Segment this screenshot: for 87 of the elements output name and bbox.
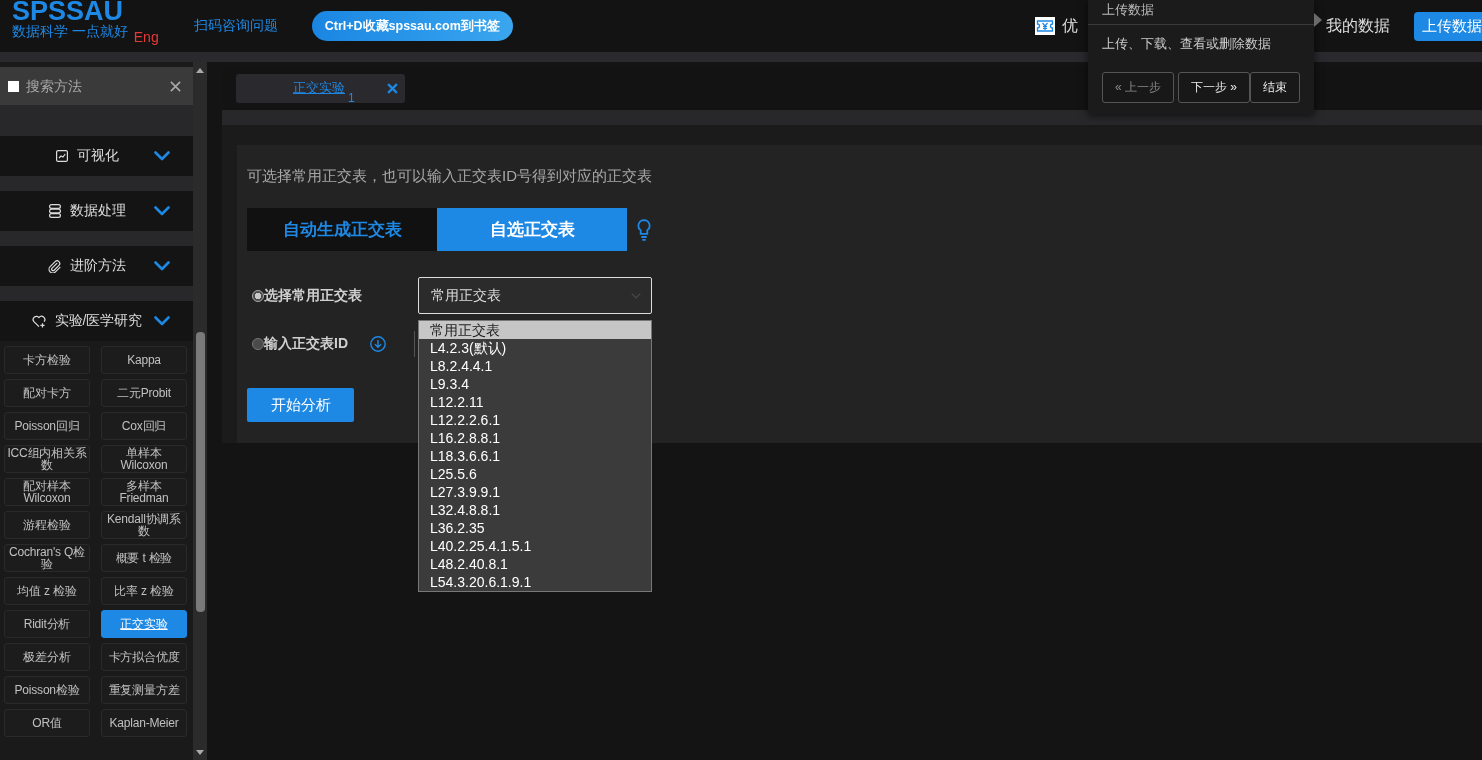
method-button[interactable]: 多样本Friedman xyxy=(101,478,187,506)
consult-link[interactable]: 扫码咨询问题 xyxy=(193,17,278,35)
dropdown-option[interactable]: L12.2.2.6.1 xyxy=(419,411,651,429)
method-button[interactable]: 游程检验 xyxy=(4,511,90,539)
dropdown-option[interactable]: L27.3.9.9.1 xyxy=(419,483,651,501)
scrollbar[interactable] xyxy=(193,62,207,760)
search-input[interactable]: 搜索方法 xyxy=(26,76,170,96)
method-button[interactable]: Kappa xyxy=(101,346,187,374)
tab-count: 1 xyxy=(348,91,355,105)
close-icon[interactable] xyxy=(387,83,398,94)
dropdown-option[interactable]: L8.2.4.4.1 xyxy=(419,357,651,375)
dropdown-option[interactable]: L18.3.6.6.1 xyxy=(419,447,651,465)
scroll-down-icon[interactable] xyxy=(196,750,204,755)
category-header[interactable]: 进阶方法 xyxy=(0,246,193,286)
radio-label[interactable]: 选择常用正交表 xyxy=(264,286,362,305)
upload-button[interactable]: 上传数据 xyxy=(1414,11,1482,41)
dropdown-option[interactable]: L16.2.8.8.1 xyxy=(419,429,651,447)
radio-label[interactable]: 输入正交表ID xyxy=(264,334,348,353)
method-button[interactable]: 均值 z 检验 xyxy=(4,577,90,605)
dropdown-option[interactable]: L36.2.35 xyxy=(419,519,651,537)
scroll-up-icon[interactable] xyxy=(196,68,204,73)
method-button[interactable]: 配对样本Wilcoxon xyxy=(4,478,90,506)
method-button[interactable]: 重复测量方差 xyxy=(101,676,187,704)
start-analysis-button[interactable]: 开始分析 xyxy=(247,388,354,422)
end-button[interactable]: 结束 xyxy=(1250,72,1300,103)
lightbulb-icon[interactable] xyxy=(637,218,651,241)
method-button[interactable]: 极差分析 xyxy=(4,643,90,671)
download-icon[interactable] xyxy=(370,335,386,352)
category-header[interactable]: 实验/医学研究 xyxy=(0,301,193,341)
dropdown-option[interactable]: L40.2.25.4.1.5.1 xyxy=(419,537,651,555)
method-button[interactable]: 比率 z 检验 xyxy=(101,577,187,605)
square-icon xyxy=(8,80,19,92)
chevron-down-icon[interactable] xyxy=(154,151,170,161)
method-button[interactable]: Ridit分析 xyxy=(4,610,90,638)
radio-button[interactable] xyxy=(252,337,264,350)
coupon-link[interactable]: 优 xyxy=(1062,15,1078,37)
paperclip-icon xyxy=(48,259,61,273)
table-select[interactable]: 常用正交表 xyxy=(418,277,652,314)
method-button[interactable]: Poisson回归 xyxy=(4,412,90,440)
chevron-down-icon[interactable] xyxy=(154,206,170,216)
method-button[interactable]: 二元Probit xyxy=(101,379,187,407)
dropdown-option[interactable]: 常用正交表 xyxy=(419,321,651,339)
my-data-link[interactable]: 我的数据 xyxy=(1326,15,1390,37)
close-icon[interactable] xyxy=(170,80,181,92)
tab[interactable]: 正交实验 1 xyxy=(236,74,405,103)
radio-button[interactable] xyxy=(252,289,264,302)
method-button[interactable]: 正交实验 xyxy=(101,610,187,638)
method-button[interactable]: Poisson检验 xyxy=(4,676,90,704)
database-icon xyxy=(48,204,61,218)
method-button[interactable]: 卡方检验 xyxy=(4,346,90,374)
logo-text: SPSSAU xyxy=(12,0,124,23)
category-header[interactable]: 可视化 xyxy=(0,136,193,176)
category-header[interactable]: 数据处理 xyxy=(0,191,193,231)
popover-title: 上传数据 xyxy=(1088,0,1314,25)
language-link[interactable]: Eng xyxy=(133,29,159,45)
dropdown-option[interactable]: L54.3.20.6.1.9.1 xyxy=(419,573,651,591)
method-button[interactable]: Cochran's Q检验 xyxy=(4,544,90,572)
mode-tab[interactable]: 自动生成正交表 xyxy=(247,208,437,251)
dropdown-option[interactable]: L12.2.11 xyxy=(419,393,651,411)
chevron-down-icon[interactable] xyxy=(154,316,170,326)
slogan: 数据科学 一点就好 xyxy=(12,23,128,40)
dropdown-option[interactable]: L32.4.8.8.1 xyxy=(419,501,651,519)
dropdown-option[interactable]: L25.5.6 xyxy=(419,465,651,483)
dropdown-option[interactable]: L9.3.4 xyxy=(419,375,651,393)
pointer-icon xyxy=(1314,13,1322,27)
method-button[interactable]: Kendall协调系数 xyxy=(101,511,187,539)
chevron-down-icon[interactable] xyxy=(154,261,170,271)
scrollbar-thumb[interactable] xyxy=(195,332,205,612)
method-button[interactable]: Cox回归 xyxy=(101,412,187,440)
method-button[interactable]: OR值 xyxy=(4,709,90,737)
method-button[interactable]: 概要 t 检验 xyxy=(101,544,187,572)
method-button[interactable]: Kaplan-Meier xyxy=(101,709,187,737)
chevron-down-icon xyxy=(631,292,641,299)
next-button[interactable]: 下一步 » xyxy=(1178,72,1250,103)
method-button[interactable]: 配对卡方 xyxy=(4,379,90,407)
intro-text: 可选择常用正交表，也可以输入正交表ID号得到对应的正交表 xyxy=(247,167,653,185)
ticket-icon[interactable] xyxy=(1035,17,1055,35)
heart-plus-icon xyxy=(31,314,46,328)
dropdown-option[interactable]: L4.2.3(默认) xyxy=(419,339,651,357)
dropdown-option[interactable]: L48.2.40.8.1 xyxy=(419,555,651,573)
mode-tab[interactable]: 自选正交表 xyxy=(437,208,627,251)
method-button[interactable]: ICC组内相关系数 xyxy=(4,445,90,473)
method-button[interactable]: 单样本Wilcoxon xyxy=(101,445,187,473)
search-field[interactable]: 搜索方法 xyxy=(0,67,193,105)
chart-icon xyxy=(55,150,68,162)
popover-text: 上传、下载、查看或删除数据 xyxy=(1101,35,1272,52)
method-button[interactable]: 卡方拟合优度 xyxy=(101,643,187,671)
